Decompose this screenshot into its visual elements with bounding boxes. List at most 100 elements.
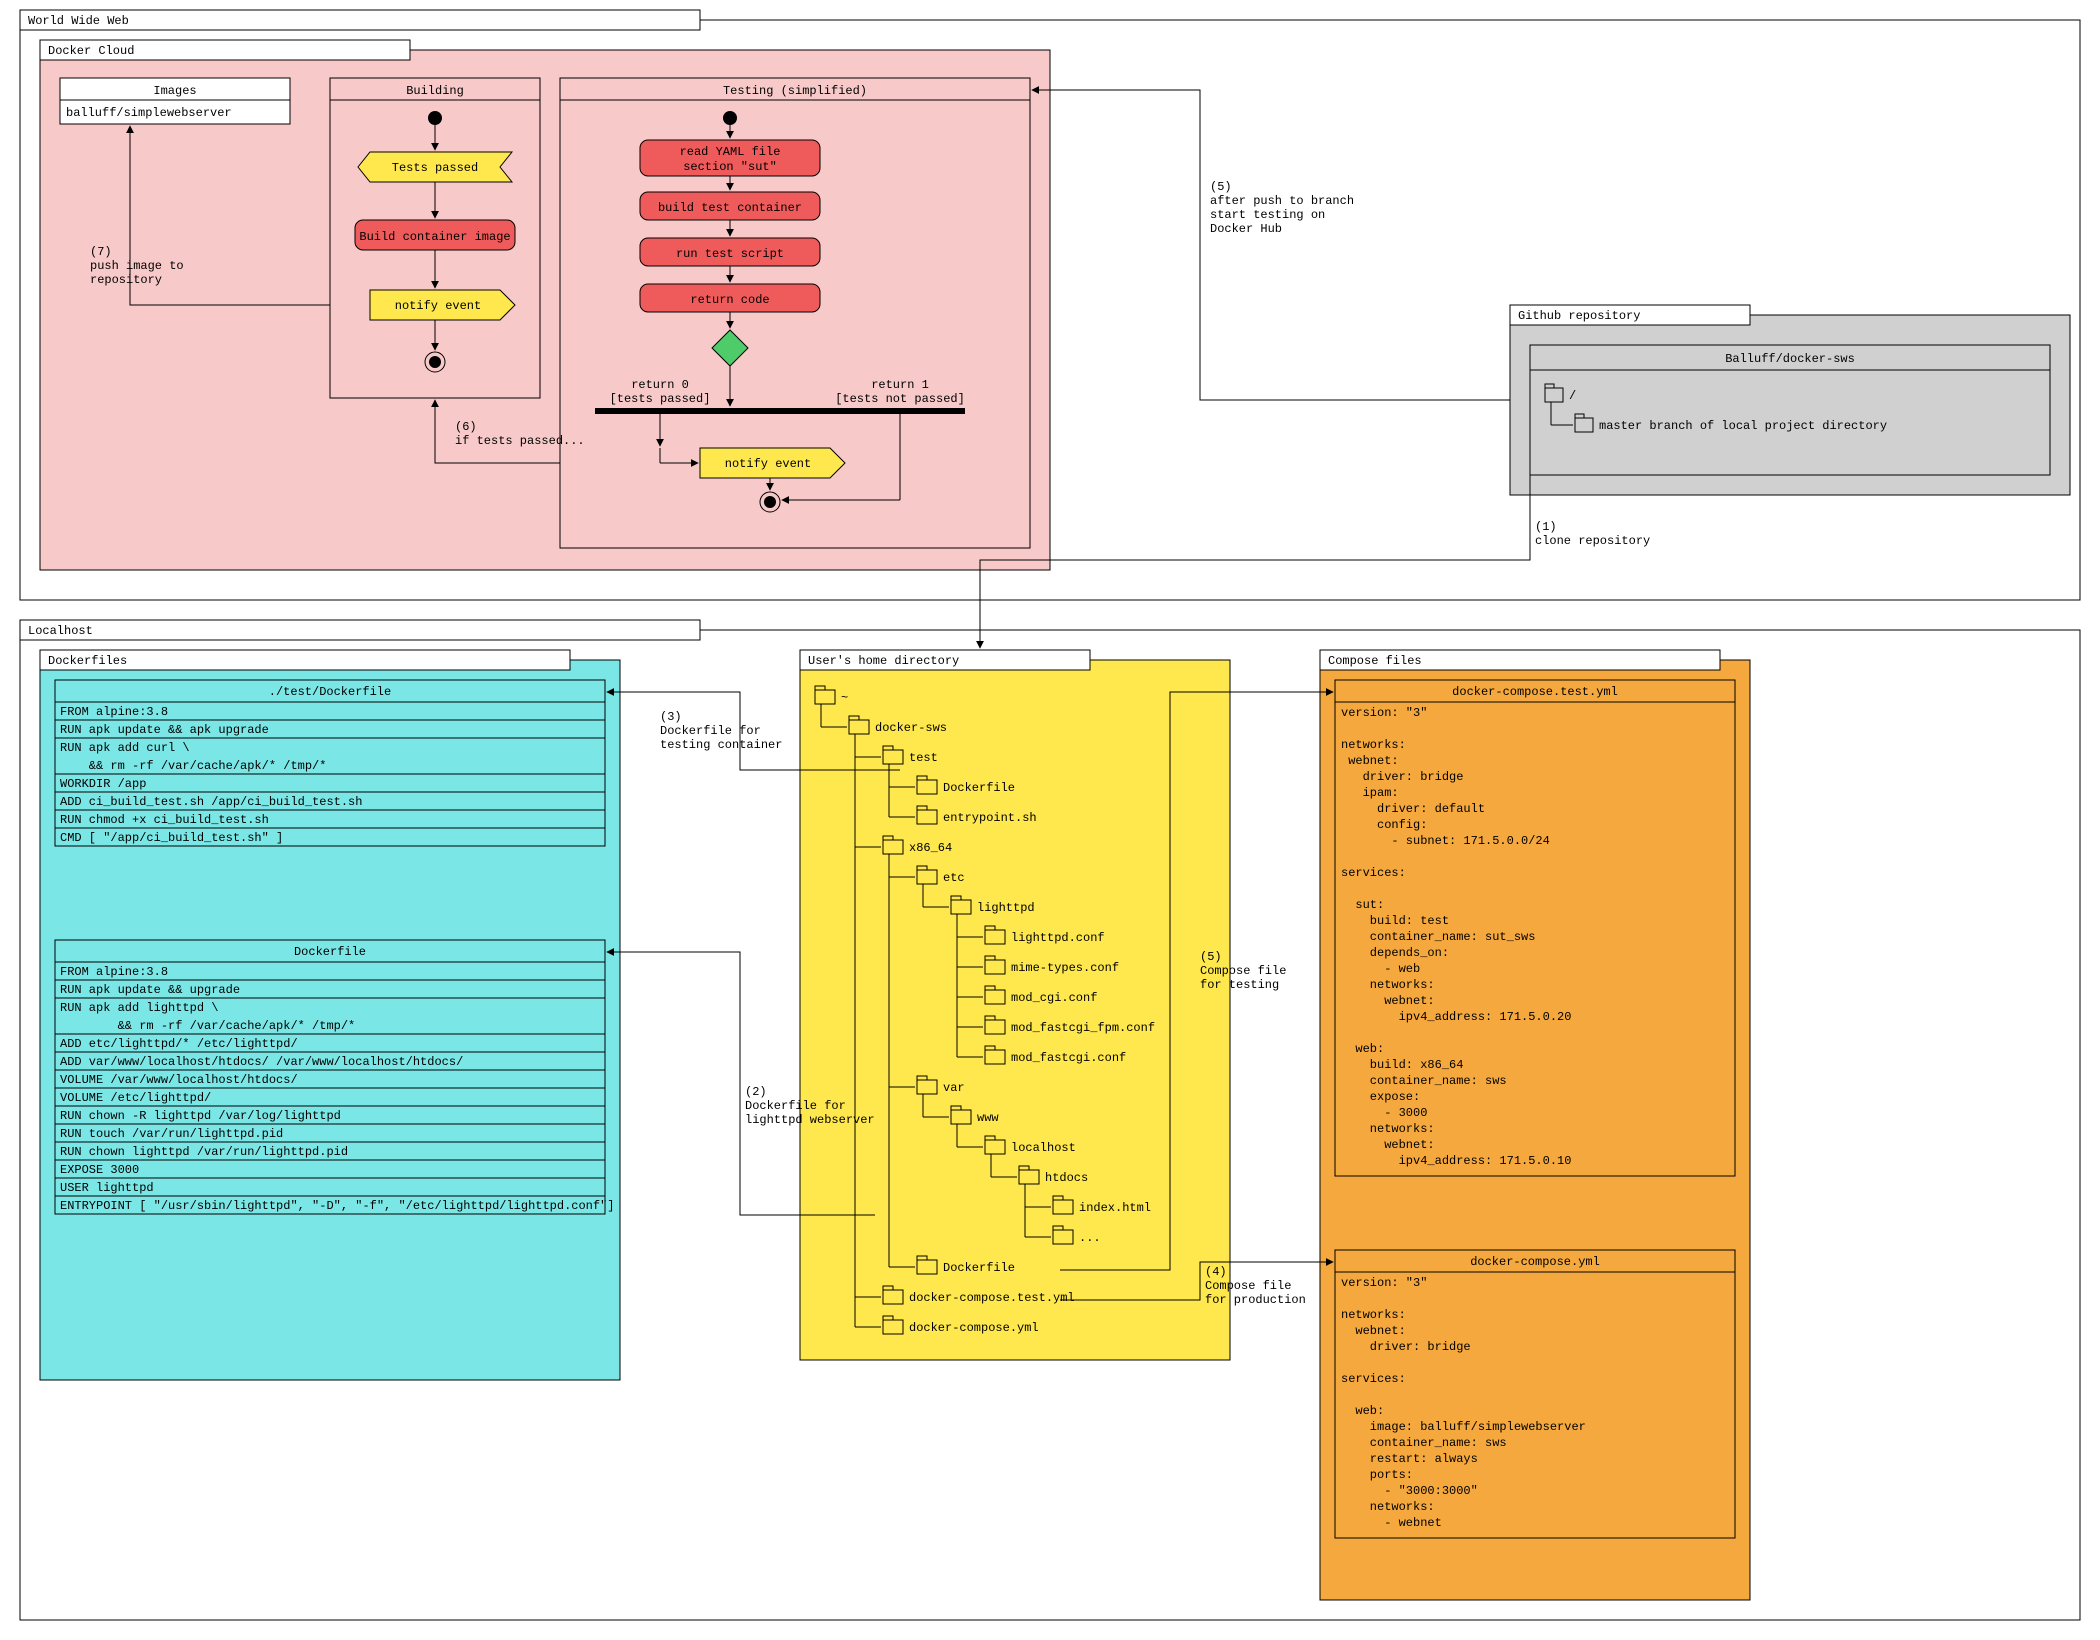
svg-text:networks:: networks:: [1341, 1122, 1435, 1136]
svg-text:version: "3": version: "3": [1341, 706, 1427, 720]
svg-text:ADD ci_build_test.sh /app/ci_b: ADD ci_build_test.sh /app/ci_build_test.…: [60, 795, 362, 809]
svg-text:RUN apk update && apk upgrade: RUN apk update && apk upgrade: [60, 723, 269, 737]
svg-text:container_name: sws: container_name: sws: [1341, 1074, 1507, 1088]
svg-text:/: /: [1569, 389, 1576, 403]
svg-text:restart: always: restart: always: [1341, 1452, 1478, 1466]
svg-text:&& rm -rf /var/cache/apk/* /tm: && rm -rf /var/cache/apk/* /tmp/*: [60, 1019, 355, 1033]
images-box: Images balluff/simplewebserver: [60, 78, 290, 124]
svg-text:- "3000:3000": - "3000:3000": [1341, 1484, 1478, 1498]
svg-text:entrypoint.sh: entrypoint.sh: [943, 811, 1037, 825]
svg-text:Dockerfile: Dockerfile: [943, 781, 1015, 795]
svg-text:ADD var/www/localhost/htdocs/: ADD var/www/localhost/htdocs/ /var/www/l…: [60, 1055, 463, 1069]
svg-text:~: ~: [841, 691, 848, 705]
svg-text:(4)Compose filefor production: (4)Compose filefor production: [1205, 1265, 1306, 1307]
svg-text:webnet:: webnet:: [1341, 754, 1399, 768]
svg-text:build test container: build test container: [658, 201, 802, 215]
images-title: Images: [153, 84, 196, 98]
svg-text:index.html: index.html: [1079, 1201, 1151, 1215]
home-directory-frame: User's home directory ~ docker-sws test Doc…: [800, 650, 1230, 1360]
svg-text:return code: return code: [690, 293, 769, 307]
svg-text:driver: default: driver: default: [1341, 802, 1485, 816]
svg-text:(3)Dockerfile fortesting conta: (3)Dockerfile fortesting container: [660, 710, 782, 752]
svg-text:USER lighttpd: USER lighttpd: [60, 1181, 154, 1195]
svg-text:mod_cgi.conf: mod_cgi.conf: [1011, 991, 1097, 1005]
svg-text:web:: web:: [1341, 1042, 1384, 1056]
svg-text:notify event: notify event: [725, 457, 811, 471]
svg-text:web:: web:: [1341, 1404, 1384, 1418]
svg-text:section "sut": section "sut": [683, 160, 777, 174]
svg-text:ipv4_address: 171.5.0.20: ipv4_address: 171.5.0.20: [1341, 1010, 1571, 1024]
svg-text:image: balluff/simplewebserver: image: balluff/simplewebserver: [1341, 1420, 1586, 1434]
svg-text:docker-compose.test.yml: docker-compose.test.yml: [909, 1291, 1075, 1305]
svg-text:- web: - web: [1341, 962, 1420, 976]
compose-title: Compose files: [1328, 654, 1422, 668]
svg-text:mime-types.conf: mime-types.conf: [1011, 961, 1119, 975]
branch-fail-label: return 1: [871, 378, 929, 392]
svg-text:test: test: [909, 751, 938, 765]
svg-text:depends_on:: depends_on:: [1341, 946, 1449, 960]
svg-text:(5)Compose filefor testing: (5)Compose filefor testing: [1200, 950, 1286, 992]
svg-text:RUN chmod +x ci_build_test.sh: RUN chmod +x ci_build_test.sh: [60, 813, 269, 827]
svg-text:build: x86_64: build: x86_64: [1341, 1058, 1463, 1072]
svg-text:etc: etc: [943, 871, 965, 885]
github-title: Github repository: [1518, 309, 1640, 323]
svg-text:Dockerfile: Dockerfile: [943, 1261, 1015, 1275]
svg-text:www: www: [977, 1111, 999, 1125]
github-repo-frame: Github repository Balluff/docker-sws / m…: [1510, 305, 2070, 495]
svg-text:webnet:: webnet:: [1341, 1138, 1435, 1152]
images-item: balluff/simplewebserver: [66, 106, 232, 120]
compose-files-frame: Compose files docker-compose.test.yml ver…: [1320, 650, 1750, 1600]
svg-text:./test/Dockerfile: ./test/Dockerfile: [269, 685, 391, 699]
svg-text:container_name: sws: container_name: sws: [1341, 1436, 1507, 1450]
testing-title: Testing (simplified): [723, 84, 867, 98]
svg-text:config:: config:: [1341, 818, 1427, 832]
svg-text:Tests passed: Tests passed: [392, 161, 478, 175]
svg-text:networks:: networks:: [1341, 1308, 1406, 1322]
svg-text:RUN apk add curl \: RUN apk add curl \: [60, 741, 190, 755]
svg-text:htdocs: htdocs: [1045, 1171, 1088, 1185]
svg-text:container_name: sut_sws: container_name: sut_sws: [1341, 930, 1535, 944]
svg-text:docker-sws: docker-sws: [875, 721, 947, 735]
docker-cloud-title: Docker Cloud: [48, 44, 134, 58]
svg-text:expose:: expose:: [1341, 1090, 1420, 1104]
localhost-title: Localhost: [28, 624, 93, 638]
svg-text:mod_fastcgi.conf: mod_fastcgi.conf: [1011, 1051, 1126, 1065]
svg-text:EXPOSE 3000: EXPOSE 3000: [60, 1163, 139, 1177]
branch-pass-label: return 0: [631, 378, 689, 392]
svg-text:webnet:: webnet:: [1341, 994, 1435, 1008]
svg-text:docker-compose.test.yml: docker-compose.test.yml: [1452, 685, 1618, 699]
svg-text:RUN apk update && upgrade: RUN apk update && upgrade: [60, 983, 240, 997]
svg-text:...: ...: [1079, 1231, 1101, 1245]
svg-text:driver: bridge: driver: bridge: [1341, 770, 1463, 784]
building-notify-node: notify event: [370, 290, 515, 320]
svg-text:localhost: localhost: [1011, 1141, 1076, 1155]
svg-text:RUN apk add lighttpd \: RUN apk add lighttpd \: [60, 1001, 218, 1015]
svg-text:(5)after push to branchstart t: (5)after push to branchstart testing onD…: [1210, 180, 1354, 236]
svg-text:read YAML file: read YAML file: [680, 145, 781, 159]
svg-text:Dockerfile: Dockerfile: [294, 945, 366, 959]
svg-text:docker-compose.yml: docker-compose.yml: [909, 1321, 1039, 1335]
svg-text:WORKDIR /app: WORKDIR /app: [60, 777, 146, 791]
svg-text:&& rm -rf /var/cache/apk/* /tm: && rm -rf /var/cache/apk/* /tmp/*: [60, 759, 326, 773]
svg-text:ipv4_address: 171.5.0.10: ipv4_address: 171.5.0.10: [1341, 1154, 1571, 1168]
svg-text:ENTRYPOINT [ "/usr/sbin/lightt: ENTRYPOINT [ "/usr/sbin/lighttpd", "-D",…: [60, 1199, 615, 1213]
svg-text:run test script: run test script: [676, 247, 784, 261]
svg-text:master branch of local project: master branch of local project directory: [1599, 419, 1887, 433]
svg-text:webnet:: webnet:: [1341, 1324, 1406, 1338]
svg-text:FROM alpine:3.8: FROM alpine:3.8: [60, 705, 168, 719]
svg-text:notify event: notify event: [395, 299, 481, 313]
svg-text:ipam:: ipam:: [1341, 786, 1399, 800]
svg-text:services:: services:: [1341, 866, 1406, 880]
tests-passed-flag: Tests passed: [358, 152, 512, 182]
homedir-title: User's home directory: [808, 654, 959, 668]
build-image-node: Build container image: [355, 220, 515, 250]
svg-text:[tests passed]: [tests passed]: [610, 392, 711, 406]
building-title: Building: [406, 84, 464, 98]
svg-text:- 3000: - 3000: [1341, 1106, 1427, 1120]
svg-text:[tests not passed]: [tests not passed]: [835, 392, 965, 406]
dockerfiles-title: Dockerfiles: [48, 654, 127, 668]
svg-text:var: var: [943, 1081, 965, 1095]
svg-text:Build container image: Build container image: [359, 230, 510, 244]
svg-text:VOLUME /etc/lighttpd/: VOLUME /etc/lighttpd/: [60, 1091, 211, 1105]
svg-text:driver: bridge: driver: bridge: [1341, 1340, 1471, 1354]
